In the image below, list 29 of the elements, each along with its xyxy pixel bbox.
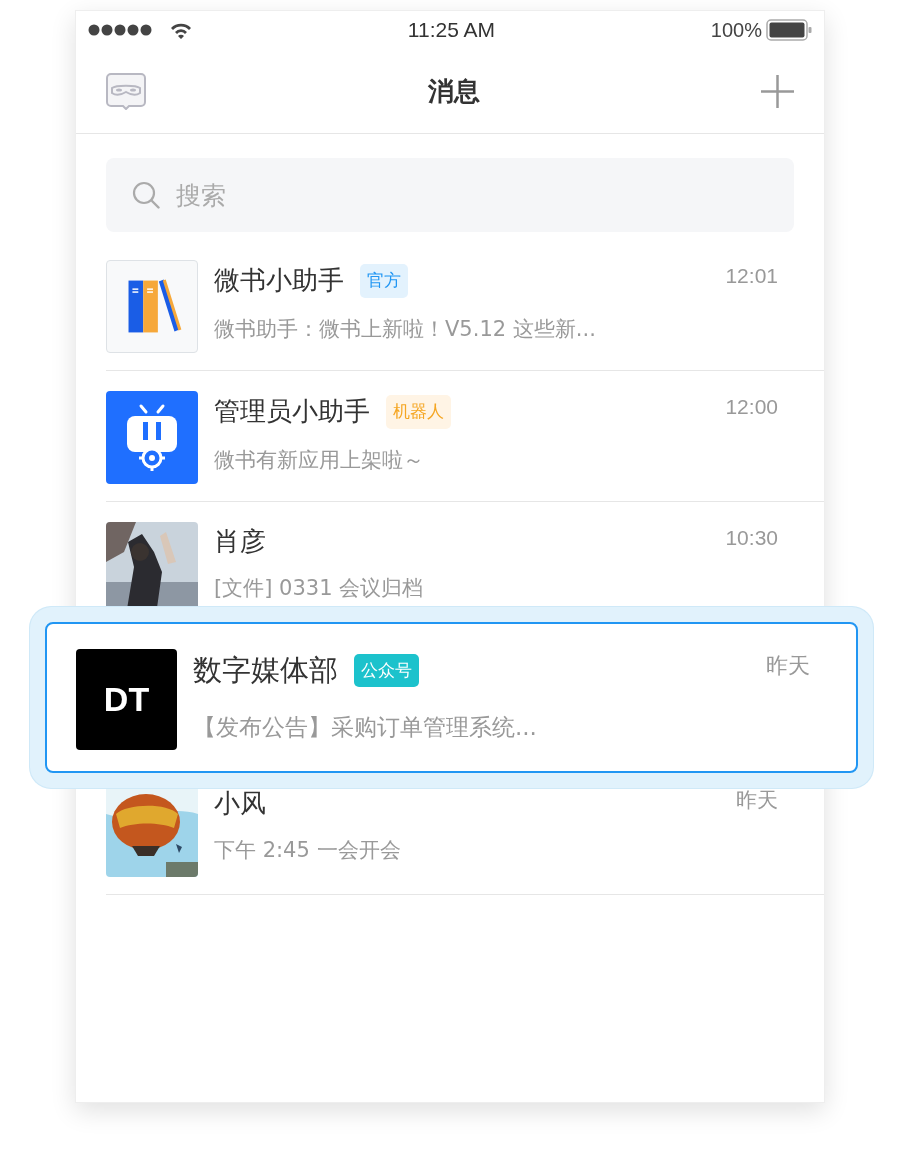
message-preview: [文件] 0331 会议归档: [214, 575, 425, 603]
contact-name: 肖彦: [214, 526, 266, 558]
battery-percentage: 100%: [710, 18, 762, 43]
wifi-icon: [170, 21, 192, 39]
message-time: 12:01: [725, 263, 778, 289]
message-time: 昨天: [736, 787, 778, 813]
add-icon[interactable]: [761, 74, 794, 108]
mask-chat-icon[interactable]: [106, 72, 146, 110]
message-preview: 下午 2:45 一会开会: [214, 837, 402, 865]
search-field[interactable]: 搜索: [106, 158, 794, 232]
signal-icon: [88, 24, 154, 36]
tag-label: 机器人: [386, 395, 451, 429]
message-time: 10:30: [725, 525, 778, 551]
screen-title: 消息: [427, 74, 480, 108]
logo: DT: [76, 649, 177, 750]
message-preview: 【发布公告】采购订单管理系统...: [193, 712, 538, 742]
message-time: 12:00: [725, 394, 778, 420]
contact-name: 小风: [214, 788, 266, 820]
tag-label: 官方: [360, 264, 408, 298]
status-time: 11:25 AM: [407, 17, 495, 44]
contact-name: 管理员小助手: [214, 396, 370, 428]
tag-label: 公众号: [354, 653, 419, 688]
message-preview: 微书助手：微书上新啦！V5.12 这些新...: [214, 315, 597, 343]
contact-name: 数字媒体部: [193, 653, 338, 688]
message-time: 昨天: [766, 652, 810, 680]
contact-name: 微书小助手: [214, 265, 344, 297]
battery-icon: [766, 19, 812, 41]
message-preview: 微书有新应用上架啦～: [214, 446, 425, 474]
search-icon: [132, 181, 160, 209]
